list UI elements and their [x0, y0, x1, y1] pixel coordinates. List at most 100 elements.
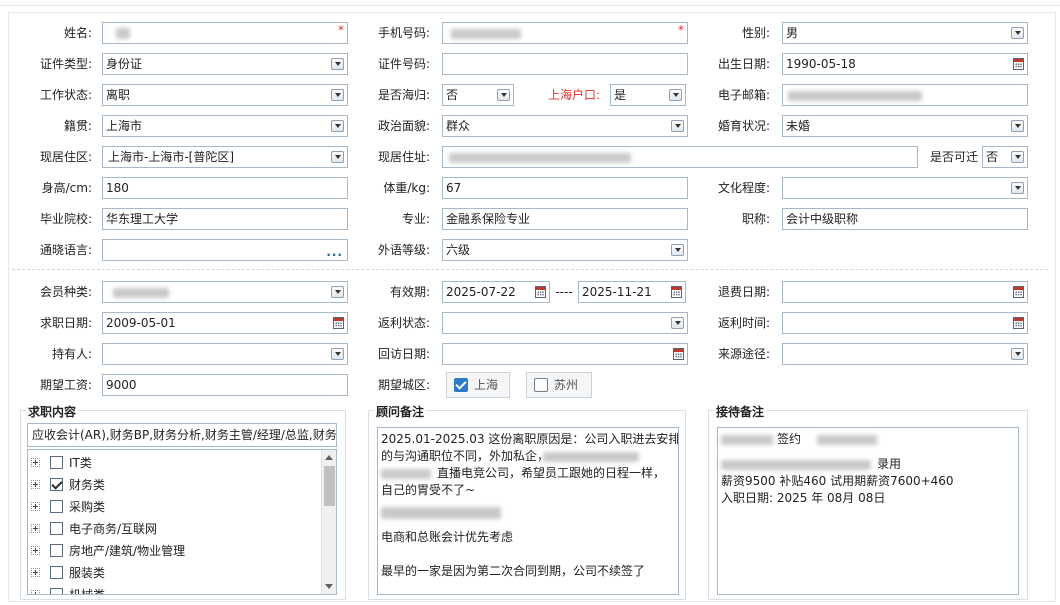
rebate-time-input[interactable]: [782, 312, 1028, 334]
city-option-shanghai[interactable]: 上海: [446, 372, 510, 398]
expand-icon[interactable]: [31, 568, 40, 577]
id-number-input[interactable]: [442, 53, 688, 75]
relocate-select[interactable]: 否: [982, 146, 1028, 168]
tree-item[interactable]: 采购类: [28, 496, 318, 518]
advisor-notes-title: 顾问备注: [374, 403, 427, 420]
chevron-down-icon[interactable]: [331, 89, 344, 101]
tree-item[interactable]: 财务类: [28, 474, 318, 496]
member-type-select[interactable]: [102, 281, 348, 303]
chevron-down-icon[interactable]: [1011, 348, 1024, 360]
calendar-icon[interactable]: [671, 286, 682, 298]
job-content-summary[interactable]: 应收会计(AR),财务BP,财务分析,财务主管/经理/总监,财务: [27, 423, 337, 447]
tree-item[interactable]: 电子商务/互联网: [28, 518, 318, 540]
chevron-down-icon[interactable]: [671, 120, 684, 132]
refund-date-input[interactable]: [782, 281, 1028, 303]
city-option-suzhou[interactable]: 苏州: [526, 372, 592, 398]
chevron-down-icon[interactable]: [669, 89, 682, 101]
tree-item[interactable]: 服装类: [28, 562, 318, 584]
calendar-icon[interactable]: [673, 348, 684, 360]
scroll-up-icon[interactable]: [325, 455, 333, 460]
chevron-down-icon[interactable]: [331, 286, 344, 298]
major-input[interactable]: 金融系保险专业: [442, 208, 688, 230]
chevron-down-icon[interactable]: [1011, 120, 1024, 132]
native-place-select[interactable]: 上海市: [102, 115, 348, 137]
checkbox-icon[interactable]: [50, 456, 63, 469]
email-input[interactable]: [782, 84, 1028, 106]
more-icon[interactable]: ...: [326, 242, 343, 260]
foreign-level-select[interactable]: 六级: [442, 239, 688, 261]
visit-date-input[interactable]: [442, 343, 688, 365]
returnee-select[interactable]: 否: [442, 84, 514, 106]
rebate-status-select[interactable]: [442, 312, 688, 334]
job-title-input[interactable]: 会计中级职称: [782, 208, 1028, 230]
source-select[interactable]: [782, 343, 1028, 365]
phone-input[interactable]: *: [442, 22, 688, 44]
education-select[interactable]: [782, 177, 1028, 199]
calendar-icon[interactable]: [535, 286, 546, 298]
salary-input[interactable]: 9000: [102, 374, 348, 396]
job-date-input[interactable]: 2009-05-01: [102, 312, 348, 334]
scrollbar[interactable]: [321, 450, 336, 594]
languages-input[interactable]: ...: [102, 239, 348, 261]
foreign-level-value: 六级: [446, 243, 471, 257]
work-status-select[interactable]: 离职: [102, 84, 348, 106]
name-input[interactable]: *: [102, 22, 348, 44]
valid-from-input[interactable]: 2025-07-22: [442, 281, 550, 303]
scroll-down-icon[interactable]: [325, 584, 333, 589]
tree-item[interactable]: 房地产/建筑/物业管理: [28, 540, 318, 562]
checkbox-icon[interactable]: [50, 588, 63, 594]
birth-date-input[interactable]: 1990-05-18: [782, 53, 1028, 75]
weight-input[interactable]: 67: [442, 177, 688, 199]
checkbox-icon[interactable]: [50, 566, 63, 579]
gender-select[interactable]: 男: [782, 22, 1028, 44]
expand-icon[interactable]: [31, 524, 40, 533]
expand-icon[interactable]: [31, 590, 40, 594]
expand-icon[interactable]: [31, 458, 40, 467]
calendar-icon[interactable]: [1013, 317, 1024, 329]
tree-item-label: 电子商务/互联网: [69, 522, 158, 536]
expand-icon[interactable]: [31, 502, 40, 511]
marital-select[interactable]: 未婚: [782, 115, 1028, 137]
chevron-down-icon[interactable]: [671, 244, 684, 256]
checkbox-icon[interactable]: [50, 500, 63, 513]
city-label: 期望城区:: [377, 378, 430, 392]
checkbox-checked-icon[interactable]: [50, 478, 63, 491]
chevron-down-icon[interactable]: [331, 348, 344, 360]
calendar-icon[interactable]: [333, 317, 344, 329]
holder-select[interactable]: [102, 343, 348, 365]
school-input[interactable]: 华东理工大学: [102, 208, 348, 230]
expand-icon[interactable]: [31, 546, 40, 555]
chevron-down-icon[interactable]: [1011, 27, 1024, 39]
chevron-down-icon[interactable]: [497, 89, 510, 101]
valid-to-input[interactable]: 2025-11-21: [578, 281, 686, 303]
scrollbar-thumb[interactable]: [324, 466, 335, 506]
checkbox-icon[interactable]: [50, 522, 63, 535]
chevron-down-icon[interactable]: [331, 58, 344, 70]
id-number-label: 证件号码:: [377, 57, 430, 71]
checkbox-icon[interactable]: [534, 378, 548, 392]
job-category-tree[interactable]: IT类 财务类 采购类电子商务/互联网房地产/建筑/物业管理 服装类 机械类: [27, 449, 337, 595]
chevron-down-icon[interactable]: [1011, 151, 1024, 163]
chevron-down-icon[interactable]: [331, 151, 344, 163]
member-type-label: 会员种类:: [39, 285, 92, 299]
height-input[interactable]: 180: [102, 177, 348, 199]
chevron-down-icon[interactable]: [671, 317, 684, 329]
tree-item[interactable]: 机械类: [28, 584, 318, 594]
chevron-down-icon[interactable]: [1011, 182, 1024, 194]
tree-item[interactable]: IT类: [28, 452, 318, 474]
job-date-label: 求职日期:: [39, 316, 92, 330]
sh-hukou-select[interactable]: 是: [610, 84, 686, 106]
advisor-notes-textarea[interactable]: 2025.01-2025.03 这份离职原因是：公司入职进去安排 的与沟通职位不…: [377, 427, 679, 595]
political-select[interactable]: 群众: [442, 115, 688, 137]
calendar-icon[interactable]: [1013, 58, 1024, 70]
expand-icon[interactable]: [31, 480, 40, 489]
calendar-icon[interactable]: [1013, 286, 1024, 298]
checkbox-icon[interactable]: [50, 544, 63, 557]
chevron-down-icon[interactable]: [331, 120, 344, 132]
reception-notes-textarea[interactable]: 签约 录用 薪资9500 补贴460 试用期薪资7600+460 入职日期: 2…: [717, 427, 1019, 595]
checkbox-checked-icon[interactable]: [454, 378, 468, 392]
residence-select[interactable]: 上海市-上海市-[普陀区]: [102, 146, 348, 168]
address-input[interactable]: [442, 146, 918, 168]
id-type-select[interactable]: 身份证: [102, 53, 348, 75]
residence-value: 上海市-上海市-[普陀区]: [108, 150, 235, 164]
